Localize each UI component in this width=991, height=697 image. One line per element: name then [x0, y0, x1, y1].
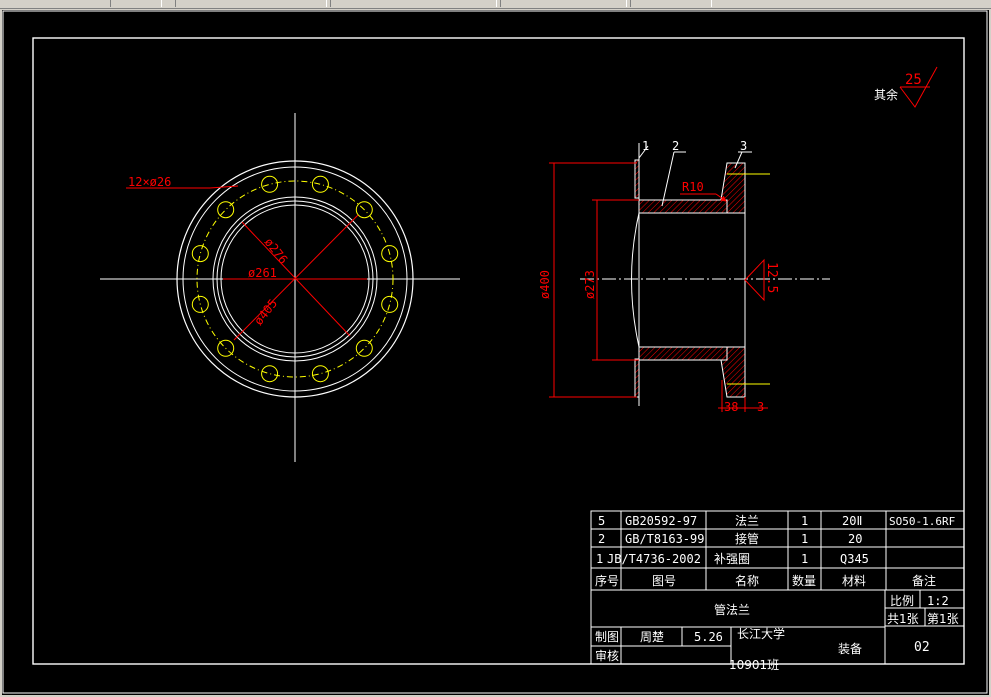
bom-row3-code: JB/T4736-2002 — [607, 552, 701, 566]
sheets-total: 共1张 — [887, 612, 919, 626]
drawn-date: 5.26 — [694, 630, 723, 644]
bom-row2-name: 接管 — [735, 531, 759, 546]
bom-header-material: 材料 — [842, 574, 866, 588]
bom-row1-code: GB20592-97 — [625, 514, 697, 528]
bom-header-name: 名称 — [735, 573, 759, 588]
radius-label: R10 — [682, 180, 704, 194]
balloon-1: 1 — [642, 139, 649, 153]
roughness-value: 25 — [905, 72, 922, 88]
bom-row2-qty: 1 — [801, 532, 808, 546]
toolbar-segment[interactable] — [175, 0, 327, 7]
toolbar-segment[interactable] — [330, 0, 497, 7]
bom-header-qty: 数量 — [792, 573, 816, 588]
school-name: 长江大学 — [737, 626, 785, 641]
bom-header-remark: 备注 — [912, 573, 936, 588]
dim-3-text: 3 — [757, 400, 764, 414]
assembly-label: 装备 — [838, 642, 862, 656]
bom-row3-material: Q345 — [840, 552, 869, 566]
title-block-texts: 5 GB20592-97 法兰 1 20Ⅱ SO50-1.6RF 2 GB/T8… — [595, 514, 959, 672]
bom-row1-no: 5 — [598, 514, 605, 528]
dim-d405-text: ø405 — [251, 296, 280, 327]
dim-d400-text: ø400 — [538, 270, 552, 299]
bolt-hole — [261, 175, 279, 193]
bom-row3-qty: 1 — [801, 552, 808, 566]
weld-symbol — [744, 258, 765, 302]
bolt-holes-label: 12×ø26 — [128, 175, 171, 189]
drawing-number: 02 — [914, 640, 930, 655]
toolbar-segment[interactable] — [630, 0, 712, 7]
drawing-border — [32, 37, 965, 665]
balloon-2: 2 — [672, 139, 679, 153]
bolt-hole — [261, 365, 279, 383]
pipe-wall-top — [638, 199, 728, 214]
bom-header-no: 序号 — [595, 573, 619, 588]
roughness-prefix: 其余 — [874, 87, 898, 102]
drawn-by: 周楚 — [640, 630, 664, 644]
bom-row1-qty: 1 — [801, 514, 808, 528]
scale-label: 比例 — [890, 594, 914, 608]
dim-d261-text: ø261 — [248, 266, 277, 280]
reinforcing-plate-bottom — [634, 358, 640, 398]
pipe-wall-bottom — [638, 346, 728, 361]
drawing-title: 管法兰 — [714, 602, 750, 617]
bom-row3-name: 补强圈 — [714, 552, 750, 566]
scale-value: 1:2 — [927, 594, 949, 608]
dim-38-text: 38 — [724, 400, 738, 414]
bom-row2-no: 2 — [598, 532, 605, 546]
bolt-label-leader — [209, 185, 239, 189]
dim-d276-text: ø276 — [262, 235, 291, 266]
bom-row1-remark: SO50-1.6RF — [889, 515, 955, 528]
drawn-label: 制图 — [595, 630, 619, 644]
bom-header-code: 图号 — [652, 574, 676, 588]
sheet-number: 第1张 — [927, 612, 959, 626]
toolbar-segment[interactable] — [110, 0, 162, 7]
roughness-symbol: 其余 25 — [874, 66, 938, 108]
front-view: ø276 ø261 ø405 12×ø26 — [100, 113, 460, 462]
outer-frame — [2, 10, 988, 694]
weld-size-text: 12.5 — [764, 262, 779, 293]
cad-drawing: ø276 ø261 ø405 12×ø26 1 2 3 R10 ø400 ø27… — [2, 10, 988, 694]
bolt-hole — [191, 245, 209, 263]
bolt-hole — [217, 201, 235, 219]
balloon-2-leader — [661, 151, 675, 207]
bom-row2-material: 20 — [848, 532, 862, 546]
bom-row1-name: 法兰 — [735, 514, 759, 528]
section-view: 1 2 3 R10 ø400 ø273 12.5 38 3 — [538, 139, 830, 414]
bolt-hole — [381, 295, 399, 313]
bom-row3-no: 1 — [596, 552, 603, 566]
reinforcing-plate-top — [634, 159, 640, 199]
bolt-hole — [311, 365, 329, 383]
toolbar-segment[interactable] — [500, 0, 627, 7]
bom-row2-code: GB/T8163-99 — [625, 532, 704, 546]
bom-row1-material: 20Ⅱ — [842, 514, 862, 528]
bolt-hole — [355, 339, 373, 357]
pipe-inner-curve — [631, 212, 640, 348]
balloon-3: 3 — [740, 139, 747, 153]
drawing-canvas[interactable]: ø276 ø261 ø405 12×ø26 1 2 3 R10 ø400 ø27… — [2, 10, 989, 695]
checked-label: 审核 — [595, 648, 619, 663]
bolt-hole — [191, 295, 209, 313]
dim-d273-text: ø273 — [583, 270, 597, 299]
toolbar-strip — [0, 0, 991, 9]
class-name: 10901班 — [729, 658, 779, 672]
